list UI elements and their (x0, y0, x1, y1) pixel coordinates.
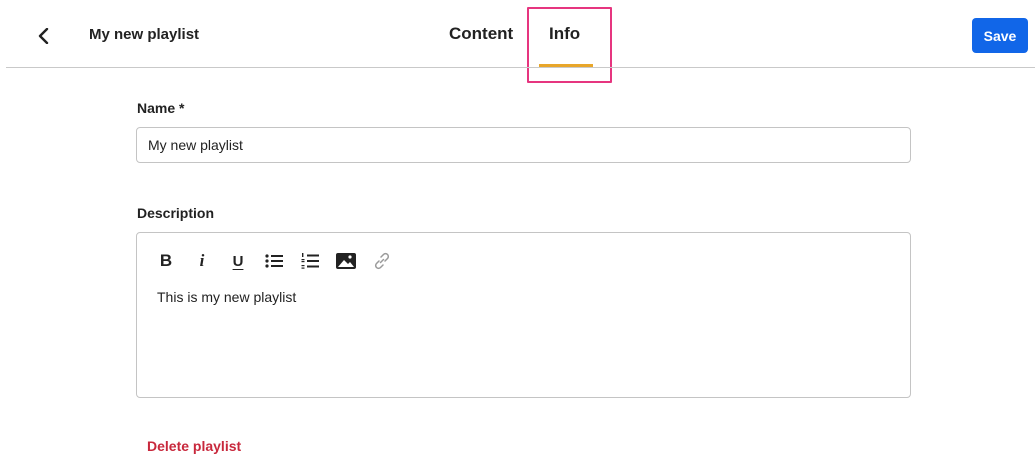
name-label: Name * (137, 100, 185, 116)
header-divider (6, 67, 1035, 68)
numbered-list-icon[interactable] (299, 249, 321, 273)
description-label: Description (137, 205, 215, 221)
italic-icon[interactable]: i (191, 249, 213, 273)
tab-content[interactable]: Content (449, 24, 513, 44)
description-editor[interactable]: B i U This is my new playlist (136, 232, 911, 398)
bold-icon[interactable]: B (155, 249, 177, 273)
playlist-editor-page: My new playlist Content Info Save Name *… (0, 0, 1035, 455)
name-input[interactable] (136, 127, 911, 163)
underline-icon[interactable]: U (227, 249, 249, 273)
highlight-annotation (527, 7, 612, 83)
back-button[interactable] (32, 24, 56, 48)
chevron-left-icon (38, 28, 49, 44)
link-icon[interactable] (371, 249, 393, 273)
image-icon[interactable] (335, 249, 357, 273)
header: My new playlist Content Info Save (0, 0, 1035, 83)
bulleted-list-icon[interactable] (263, 249, 285, 273)
editor-toolbar: B i U (155, 249, 407, 273)
save-button[interactable]: Save (972, 18, 1028, 53)
description-text[interactable]: This is my new playlist (157, 289, 296, 305)
page-title: My new playlist (89, 26, 200, 43)
delete-playlist-button[interactable]: Delete playlist (147, 438, 241, 454)
